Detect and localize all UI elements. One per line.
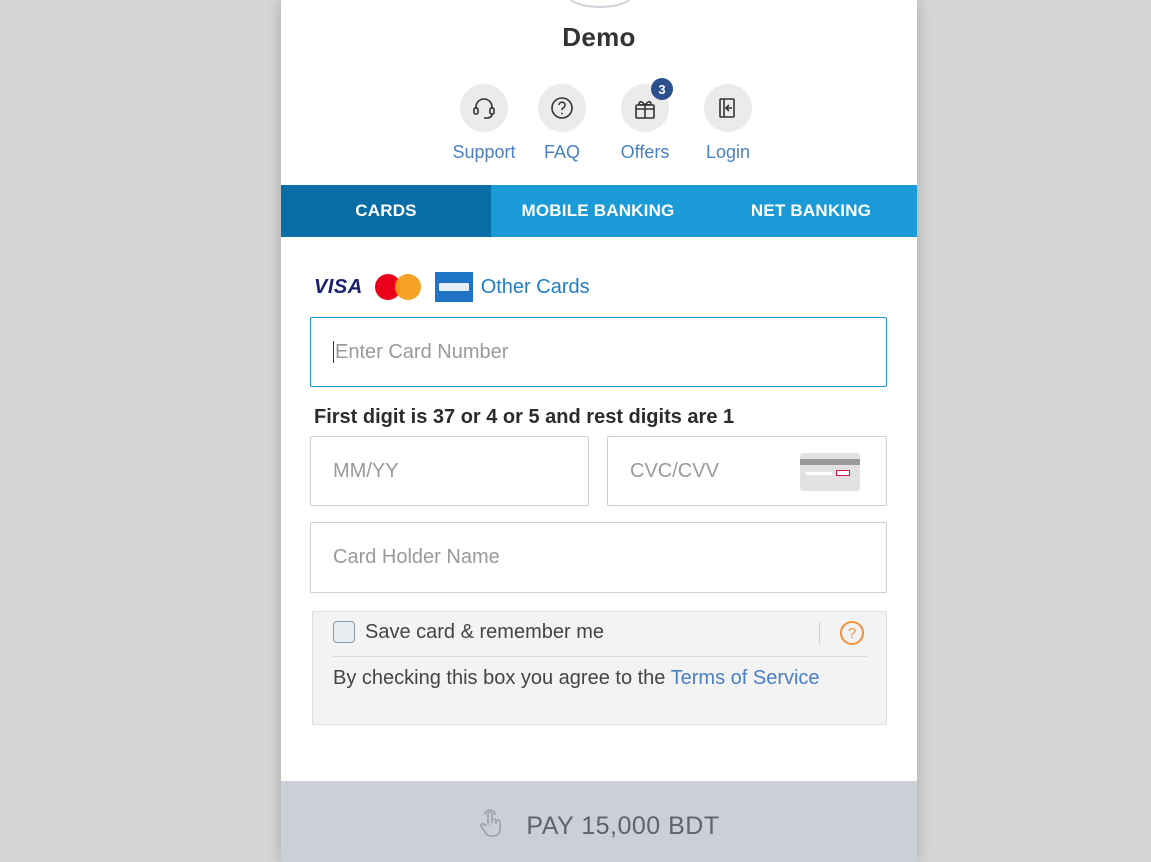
- save-card-label[interactable]: Save card & remember me: [365, 621, 604, 644]
- card-holder-placeholder: Card Holder Name: [333, 546, 500, 568]
- faq-link[interactable]: FAQ: [536, 84, 588, 163]
- offers-badge: 3: [651, 78, 673, 100]
- text-caret: [333, 341, 334, 363]
- help-icon[interactable]: ?: [840, 621, 864, 645]
- save-card-section: Save card & remember me ? By checking th…: [312, 611, 887, 725]
- expiry-input[interactable]: MM/YY: [310, 436, 589, 506]
- card-brands: VISA Other Cards: [314, 272, 590, 302]
- pay-button[interactable]: PAY 15,000 BDT: [281, 781, 917, 862]
- merchant-logo: [565, 0, 635, 8]
- login-label: Login: [705, 142, 751, 162]
- terms-of-service-link[interactable]: Terms of Service: [671, 667, 820, 689]
- payment-method-tabs: CARDS MOBILE BANKING NET BANKING: [281, 185, 917, 237]
- question-icon: [538, 84, 586, 132]
- login-link[interactable]: Login: [702, 84, 754, 163]
- cvv-input[interactable]: CVC/CVV: [607, 436, 887, 506]
- merchant-name: Demo: [562, 22, 636, 52]
- mastercard-logo: [374, 274, 423, 300]
- offers-link[interactable]: 3 Offers: [619, 78, 673, 163]
- cvv-placeholder: CVC/CVV: [630, 459, 719, 482]
- gift-icon: 3: [621, 78, 673, 132]
- support-link[interactable]: Support: [452, 84, 516, 163]
- login-icon: [704, 84, 752, 132]
- card-holder-input[interactable]: Card Holder Name: [310, 522, 887, 593]
- tap-hand-icon: [478, 808, 506, 844]
- card-number-placeholder: Enter Card Number: [335, 340, 509, 363]
- other-cards-link[interactable]: Other Cards: [481, 276, 590, 299]
- save-card-checkbox[interactable]: [333, 621, 355, 643]
- tab-net-banking[interactable]: NET BANKING: [705, 185, 917, 237]
- terms-text: By checking this box you agree to the Te…: [333, 664, 853, 692]
- amex-logo: [434, 272, 473, 302]
- terms-prefix: By checking this box you agree to the: [333, 667, 671, 689]
- payment-panel: Demo Support FAQ 3 Offers Login CARDS MO…: [281, 0, 917, 862]
- divider: [333, 656, 867, 657]
- divider: [819, 622, 820, 644]
- expiry-placeholder: MM/YY: [333, 459, 399, 482]
- tab-cards[interactable]: CARDS: [281, 185, 491, 237]
- card-number-input[interactable]: Enter Card Number: [310, 317, 887, 387]
- visa-logo: VISA: [314, 275, 363, 298]
- tab-mobile-banking[interactable]: MOBILE BANKING: [491, 185, 705, 237]
- headset-icon: [460, 84, 508, 132]
- pay-label: PAY 15,000 BDT: [526, 811, 720, 840]
- cvv-card-icon: [800, 453, 860, 491]
- card-number-hint: First digit is 37 or 4 or 5 and rest dig…: [314, 406, 735, 428]
